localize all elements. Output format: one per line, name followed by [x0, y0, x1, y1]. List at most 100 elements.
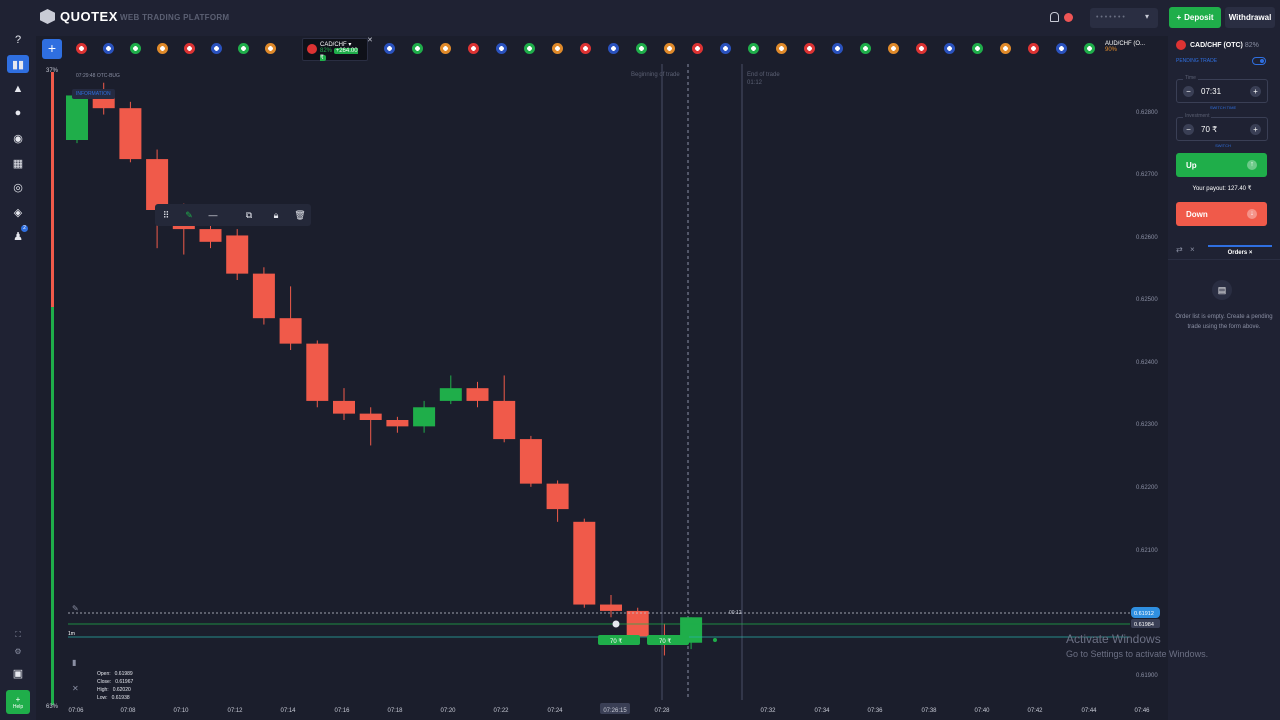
- asset-tab[interactable]: [552, 41, 579, 55]
- flag-icon: [832, 42, 843, 54]
- close-label: Close:: [97, 679, 112, 685]
- time-field[interactable]: Time − 07:31 + SWITCH TIME: [1176, 75, 1268, 110]
- orders-close-icon[interactable]: ×: [1249, 250, 1253, 256]
- investment-value: 70 ₹: [1201, 125, 1218, 134]
- price-tick-label: 0.62400: [1136, 360, 1158, 366]
- asset-tab[interactable]: [804, 41, 831, 55]
- asset-tab[interactable]: [748, 41, 775, 55]
- sentiment-bottom-percent: 63%: [46, 704, 59, 710]
- orders-tab-label: Orders: [1227, 250, 1248, 256]
- asset-tab[interactable]: [776, 41, 803, 55]
- flag-icon: [1000, 42, 1011, 54]
- asset-tab[interactable]: [580, 41, 607, 55]
- asset-tab[interactable]: [496, 41, 523, 55]
- copy-icon[interactable]: ⧉: [243, 209, 255, 221]
- time-tick-label: 07:36: [867, 708, 883, 714]
- asset-tab[interactable]: [608, 41, 635, 55]
- pending-trade-label: PENDING TRADE: [1176, 58, 1218, 64]
- low-label: Low:: [97, 695, 108, 701]
- chart-type-icon[interactable]: ▮: [72, 658, 76, 667]
- activate-windows-title: Activate Windows: [1066, 632, 1161, 646]
- candle-body: [386, 420, 409, 427]
- current-price-text: 0.61912: [1134, 611, 1154, 617]
- flag-icon: [636, 42, 647, 54]
- down-button[interactable]: Down ↓: [1176, 202, 1267, 226]
- candle-body: [466, 388, 489, 401]
- time-tick-label: 07:22: [493, 708, 509, 714]
- time-tick-label: 07:26:15: [603, 708, 627, 714]
- up-button[interactable]: Up ↑: [1176, 153, 1267, 177]
- asset-tab[interactable]: [720, 41, 747, 55]
- asset-tab[interactable]: [692, 41, 719, 55]
- flag-icon: [804, 42, 815, 54]
- sidebar-asset[interactable]: CAD/CHF (OTC) 82%: [1176, 40, 1259, 50]
- asset-tab[interactable]: [916, 41, 943, 55]
- investment-plus-button[interactable]: +: [1250, 124, 1261, 135]
- pencil-icon[interactable]: ✎: [72, 604, 79, 613]
- line-style-icon[interactable]: —: [207, 209, 219, 221]
- asset-tab[interactable]: [888, 41, 915, 55]
- candle-body: [546, 483, 569, 510]
- switch-time-link[interactable]: SWITCH TIME: [1177, 105, 1269, 110]
- flag-icon: [664, 42, 675, 54]
- asset-tab[interactable]: [440, 41, 467, 55]
- pen-color-icon[interactable]: ✎: [183, 209, 195, 221]
- asset-tab[interactable]: [1084, 41, 1111, 55]
- asset-tab[interactable]: [860, 41, 887, 55]
- flag-icon: [580, 42, 591, 54]
- information-link[interactable]: INFORMATION: [72, 89, 115, 99]
- asset-tab[interactable]: [1028, 41, 1055, 55]
- flag-icon: [1056, 42, 1067, 54]
- time-plus-button[interactable]: +: [1250, 86, 1261, 97]
- investment-minus-button[interactable]: −: [1183, 124, 1194, 135]
- flag-icon: [916, 42, 927, 54]
- withdrawal-button[interactable]: Withdrawal: [1225, 7, 1275, 28]
- swap-icon[interactable]: ⇄: [1176, 245, 1183, 254]
- asset-tab[interactable]: [832, 41, 859, 55]
- candle-body: [306, 343, 329, 401]
- investment-field[interactable]: Investment − 70 ₹ + SWITCH: [1176, 113, 1268, 148]
- asset-tab[interactable]: [664, 41, 691, 55]
- basket-icon: ▤: [1212, 280, 1232, 300]
- asset-tab[interactable]: [1056, 41, 1083, 55]
- deposit-button[interactable]: + Deposit: [1169, 7, 1221, 28]
- asset-tab[interactable]: [972, 41, 999, 55]
- candle-body: [66, 95, 88, 140]
- pending-trade-toggle[interactable]: [1252, 57, 1266, 65]
- asset-tab[interactable]: [524, 41, 551, 55]
- drag-handle-icon[interactable]: ⠿: [160, 209, 172, 221]
- entry-point: [612, 620, 620, 628]
- asset-tab[interactable]: [944, 41, 971, 55]
- timeframe-button[interactable]: 1m: [68, 631, 86, 643]
- payout-text: Your payout: 127.40 ₹: [1192, 186, 1252, 192]
- end-of-trade-time: 01:12: [747, 80, 763, 86]
- trash-icon[interactable]: 🗑︎: [294, 209, 306, 221]
- asset-tab[interactable]: [1000, 41, 1027, 55]
- low-value: 0.61938: [111, 695, 130, 701]
- asset-tab[interactable]: [468, 41, 495, 55]
- price-tick-label: 0.62700: [1136, 172, 1158, 178]
- price-chart[interactable]: 70 ₹ 70 ₹ 0.62800 0.62700 0.62600 0.62500 0.62…: [0, 0, 1168, 720]
- time-minus-button[interactable]: −: [1183, 86, 1194, 97]
- asset-tab[interactable]: [636, 41, 663, 55]
- candle-body: [146, 159, 169, 210]
- switch-link[interactable]: SWITCH: [1177, 143, 1269, 148]
- candle-body: [359, 413, 382, 420]
- lock-icon[interactable]: 🔒︎: [270, 209, 282, 221]
- time-tick-label: 07:18: [387, 708, 403, 714]
- tab-orders[interactable]: Orders ×: [1208, 245, 1272, 260]
- asset-tab[interactable]: [412, 41, 439, 55]
- asset-tab[interactable]: [384, 41, 411, 55]
- trade-timer: 00:12: [729, 610, 742, 616]
- time-tick-label: 07:16: [334, 708, 350, 714]
- candle-body: [493, 400, 516, 440]
- candle-body: [279, 318, 302, 344]
- time-tick-label: 07:06: [68, 708, 84, 714]
- candle-body: [119, 108, 142, 160]
- close-small-icon[interactable]: ×: [1190, 245, 1195, 254]
- flag-icon: [692, 42, 703, 54]
- candle-body: [226, 235, 249, 274]
- flag-icon: [1028, 42, 1039, 54]
- tools-icon[interactable]: ✕: [72, 684, 79, 693]
- time-tick-label: 07:32: [760, 708, 776, 714]
